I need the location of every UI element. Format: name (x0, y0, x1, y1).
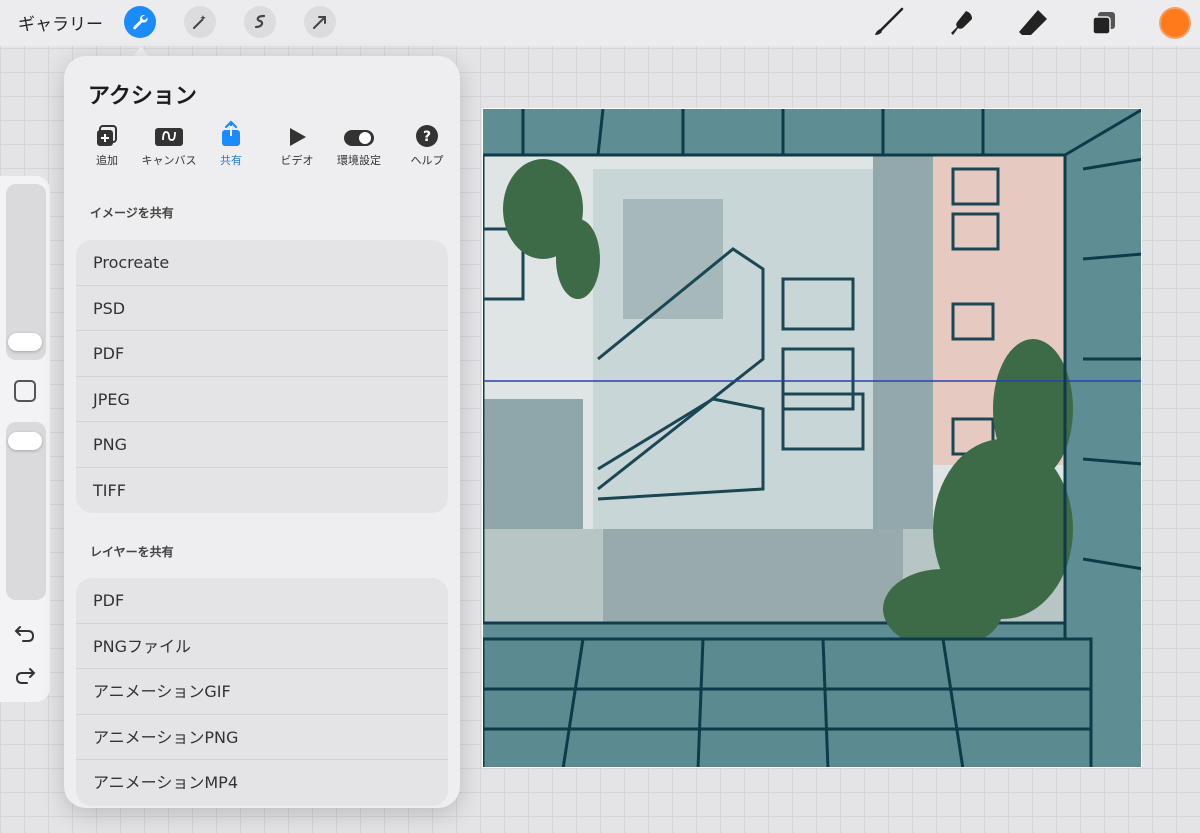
top-toolbar: ギャラリー (0, 0, 1200, 46)
color-picker[interactable] (1159, 7, 1191, 39)
share-layers-animated-gif[interactable]: アニメーションGIF (76, 669, 448, 715)
share-layers-png-files[interactable]: PNGファイル (76, 624, 448, 669)
smudge-icon[interactable] (946, 7, 978, 43)
tab-label: 追加 (96, 154, 118, 167)
add-icon (76, 122, 138, 148)
actions-panel: アクション 追加 キャンバス 共有 ビデオ 環境設定 ? ヘルプ イメージを共有… (64, 56, 460, 808)
share-icon (200, 120, 262, 148)
share-image-pdf[interactable]: PDF (76, 331, 448, 377)
opacity-handle[interactable] (8, 432, 42, 450)
share-image-list: Procreate PSD PDF JPEG PNG TIFF (76, 240, 448, 513)
redo-icon[interactable] (14, 666, 36, 688)
svg-text:?: ? (423, 129, 431, 145)
share-layers-animated-mp4[interactable]: アニメーションMP4 (76, 760, 448, 806)
gallery-button[interactable]: ギャラリー (18, 10, 103, 35)
wrench-icon[interactable] (124, 6, 156, 38)
help-icon: ? (396, 122, 458, 148)
share-layers-animated-png[interactable]: アニメーションPNG (76, 715, 448, 760)
tab-help[interactable]: ? ヘルプ (396, 122, 458, 168)
share-layers-heading: レイヤーを共有 (90, 545, 174, 559)
magic-wand-icon[interactable] (184, 6, 216, 38)
undo-icon[interactable] (14, 624, 36, 646)
tab-label: ビデオ (280, 154, 314, 167)
share-image-procreate[interactable]: Procreate (76, 240, 448, 286)
tab-preferences[interactable]: 環境設定 (328, 122, 390, 168)
layers-icon[interactable] (1090, 9, 1118, 41)
tab-add[interactable]: 追加 (76, 122, 138, 168)
share-layers-list: PDF PNGファイル アニメーションGIF アニメーションPNG アニメーショ… (76, 578, 448, 806)
play-icon (266, 122, 328, 148)
tab-label: 環境設定 (337, 154, 381, 167)
share-image-png[interactable]: PNG (76, 422, 448, 468)
selection-icon[interactable] (244, 6, 276, 38)
tab-label: キャンバス (141, 154, 197, 167)
left-sidebar (0, 176, 50, 702)
artwork-canvas[interactable] (482, 108, 1142, 768)
share-image-tiff[interactable]: TIFF (76, 468, 448, 514)
tab-share[interactable]: 共有 (200, 120, 262, 168)
action-tabs: 追加 キャンバス 共有 ビデオ 環境設定 ? ヘルプ (76, 120, 448, 170)
panel-title: アクション (88, 84, 197, 109)
toggle-icon (328, 122, 390, 148)
artwork-illustration (483, 109, 1141, 767)
modify-button[interactable] (14, 380, 36, 402)
tab-label: 共有 (220, 154, 242, 167)
brush-size-handle[interactable] (8, 333, 42, 351)
share-image-jpeg[interactable]: JPEG (76, 377, 448, 422)
share-image-psd[interactable]: PSD (76, 286, 448, 331)
canvas-icon (138, 122, 200, 148)
brush-icon[interactable] (872, 7, 906, 41)
eraser-icon[interactable] (1016, 7, 1050, 41)
share-layers-pdf[interactable]: PDF (76, 578, 448, 624)
tab-video[interactable]: ビデオ (266, 122, 328, 168)
transform-arrow-icon[interactable] (304, 6, 336, 38)
tab-canvas[interactable]: キャンバス (138, 122, 200, 168)
tab-label: ヘルプ (410, 154, 444, 167)
share-image-heading: イメージを共有 (90, 206, 174, 220)
